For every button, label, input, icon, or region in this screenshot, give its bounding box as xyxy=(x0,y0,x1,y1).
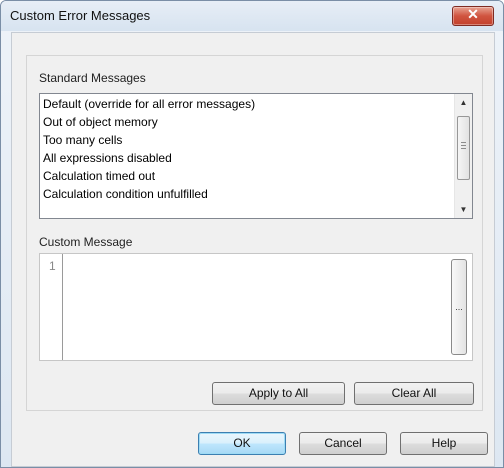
list-item[interactable]: Calculation condition unfulfilled xyxy=(40,185,454,203)
close-icon: ✕ xyxy=(467,6,479,22)
scroll-down-icon[interactable]: ▼ xyxy=(455,201,472,218)
custom-message-label: Custom Message xyxy=(39,235,133,249)
list-scrollbar[interactable]: ▲ ▼ xyxy=(454,94,472,218)
cancel-button[interactable]: Cancel xyxy=(299,432,387,455)
scroll-grip-icon xyxy=(461,142,466,149)
scroll-up-icon[interactable]: ▲ xyxy=(455,94,472,111)
list-item[interactable]: Too many cells xyxy=(40,131,454,149)
ellipsis-button[interactable]: ... xyxy=(451,259,467,355)
list-item[interactable]: All expressions disabled xyxy=(40,149,454,167)
scroll-thumb[interactable] xyxy=(457,116,470,180)
clear-all-button[interactable]: Clear All xyxy=(354,382,474,405)
list-item[interactable]: Out of object memory xyxy=(40,113,454,131)
ellipsis-icon: ... xyxy=(455,302,463,312)
title-bar: Custom Error Messages ✕ xyxy=(1,1,503,31)
standard-messages-list[interactable]: Default (override for all error messages… xyxy=(39,93,473,219)
close-button[interactable]: ✕ xyxy=(452,6,494,26)
ok-button[interactable]: OK xyxy=(198,432,286,455)
custom-error-messages-dialog: Custom Error Messages ✕ Standard Message… xyxy=(0,0,504,468)
dialog-body: Standard Messages Default (override for … xyxy=(11,32,495,467)
window-title: Custom Error Messages xyxy=(10,8,151,23)
line-number-gutter: 1 xyxy=(40,254,63,360)
messages-group: Standard Messages Default (override for … xyxy=(26,55,483,411)
standard-messages-items: Default (override for all error messages… xyxy=(40,95,454,203)
custom-message-editor[interactable]: 1 ... xyxy=(39,253,473,361)
list-item[interactable]: Calculation timed out xyxy=(40,167,454,185)
standard-messages-label: Standard Messages xyxy=(39,71,146,85)
list-item[interactable]: Default (override for all error messages… xyxy=(40,95,454,113)
line-number: 1 xyxy=(49,259,56,273)
help-button[interactable]: Help xyxy=(400,432,488,455)
apply-to-all-button[interactable]: Apply to All xyxy=(212,382,345,405)
